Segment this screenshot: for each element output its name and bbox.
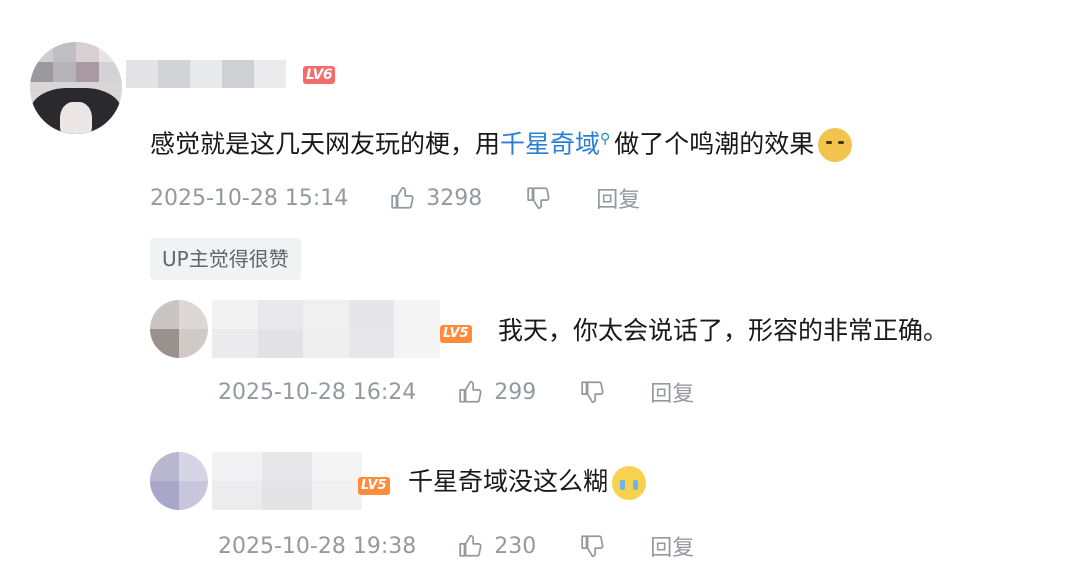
thumbs-down-icon[interactable] <box>580 533 606 559</box>
timestamp: 2025-10-28 16:24 <box>218 379 417 405</box>
comment-text-part: 做了个鸣潮的效果 <box>614 129 815 159</box>
comment-text-part: 感觉就是这几天网友玩的梗，用 <box>150 129 501 159</box>
avatar-face <box>60 102 92 134</box>
reply-button[interactable]: 回复 <box>650 530 694 562</box>
like-count: 299 <box>494 379 537 405</box>
topic-link[interactable]: 千星奇域 <box>500 129 600 158</box>
thumbs-down-icon[interactable] <box>580 379 606 405</box>
reply-meta: 2025-10-28 16:24 299 回复 <box>218 376 694 408</box>
reply-button[interactable]: 回复 <box>650 376 694 408</box>
reply-button[interactable]: 回复 <box>596 182 640 214</box>
thumbs-down-icon[interactable] <box>526 185 552 211</box>
like-count: 230 <box>494 533 537 559</box>
comment-meta: 2025-10-28 15:14 3298 回复 <box>150 182 640 214</box>
reply-avatar[interactable] <box>150 300 208 358</box>
thumbs-up-icon[interactable] <box>458 379 484 405</box>
cry-laugh-emoji-icon <box>612 466 647 500</box>
avatar[interactable] <box>30 42 122 134</box>
reply-level-badge: LV5 <box>440 322 472 343</box>
avatar-mosaic <box>30 42 122 82</box>
reply-text-part: 千星奇域没这么糊 <box>408 467 609 496</box>
search-icon[interactable]: ⚲ <box>600 131 610 147</box>
thumbs-up-icon[interactable] <box>390 185 416 211</box>
username-blurred[interactable] <box>126 60 286 88</box>
up-liked-badge: UP主觉得很赞 <box>150 238 301 280</box>
like-count: 3298 <box>426 185 483 211</box>
reply-text: 千星奇域没这么糊 <box>408 465 647 500</box>
reply-meta: 2025-10-28 19:38 230 回复 <box>218 530 694 562</box>
timestamp: 2025-10-28 19:38 <box>218 533 417 559</box>
doge-emoji-icon <box>818 128 853 163</box>
thumbs-up-icon[interactable] <box>458 533 484 559</box>
comment-text: 感觉就是这几天网友玩的梗，用千星奇域⚲ 做了个鸣潮的效果 <box>150 122 853 163</box>
timestamp: 2025-10-28 15:14 <box>150 185 349 211</box>
reply-avatar[interactable] <box>150 452 208 510</box>
level-badge: LV6 <box>303 64 336 84</box>
reply-level-badge: LV5 <box>358 474 390 495</box>
reply-text: 我天，你太会说话了，形容的非常正确。 <box>498 316 949 345</box>
reply-username-blurred[interactable] <box>212 300 440 358</box>
reply-username-blurred[interactable] <box>212 452 362 510</box>
